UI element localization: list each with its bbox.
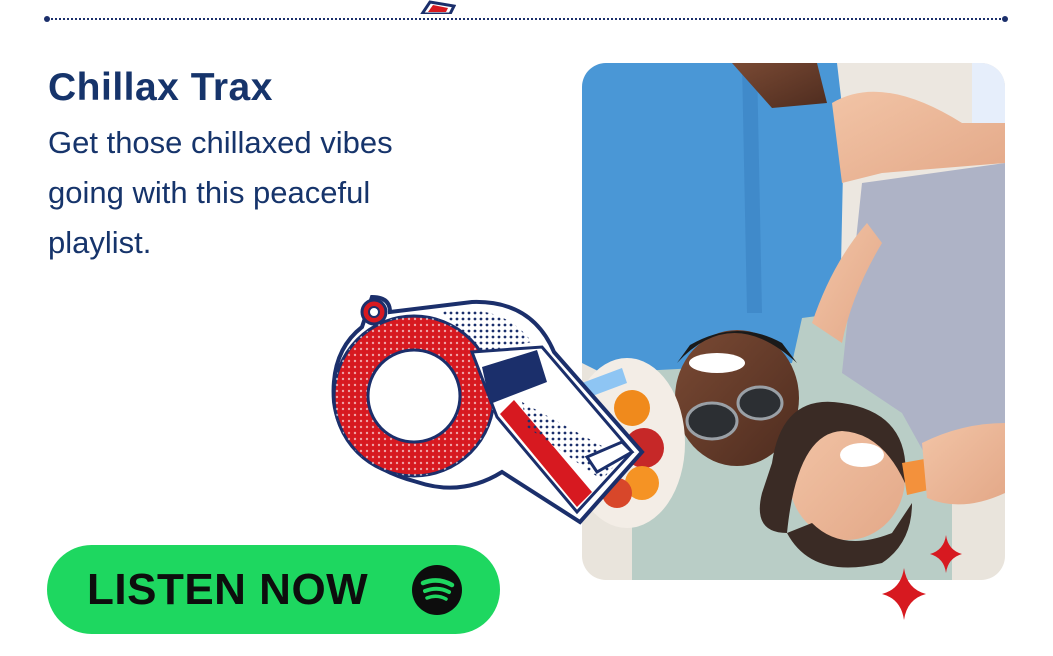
listen-now-label: LISTEN NOW [87,565,369,614]
spotify-icon [412,565,462,615]
flag-sticker-icon [420,0,456,14]
promo-title: Chillax Trax [48,66,273,109]
listen-now-button[interactable]: LISTEN NOW [47,545,500,634]
dotted-divider [44,16,1008,22]
sparkle-icon [872,530,972,630]
promo-description: Get those chillaxed vibes going with thi… [48,125,393,260]
whistle-sticker-icon [322,292,652,532]
